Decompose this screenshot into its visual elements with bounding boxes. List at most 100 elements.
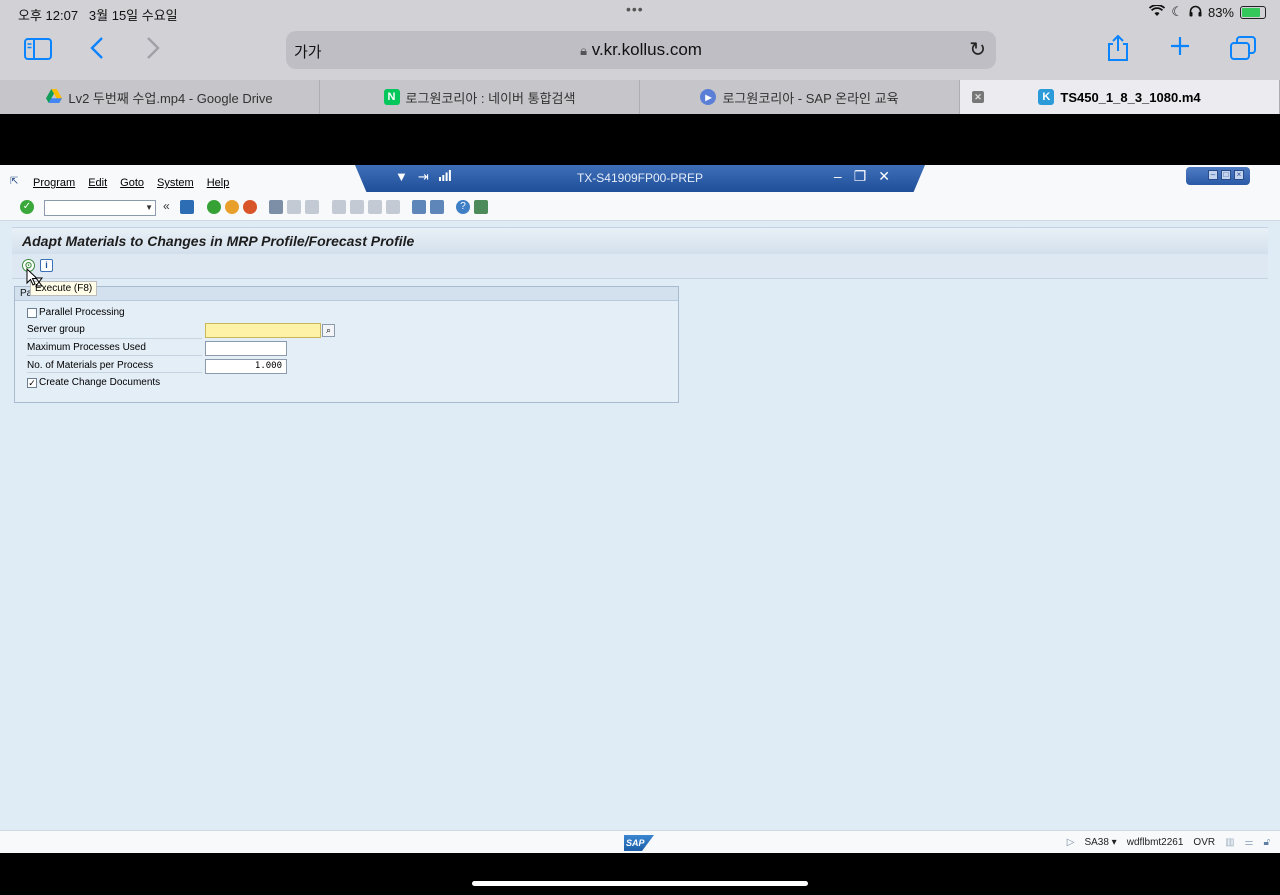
naver-icon: N — [383, 89, 400, 105]
create-change-docs-row: ✓ Create Change Documents — [27, 376, 677, 393]
battery-icon — [1240, 5, 1266, 19]
shortcut-icon[interactable] — [430, 200, 444, 214]
home-indicator[interactable] — [472, 881, 808, 886]
tab-sap-course[interactable]: ▶ 로그원코리아 - SAP 온라인 교육 — [640, 80, 960, 114]
close-window-icon[interactable]: × — [1234, 170, 1244, 180]
transaction-code[interactable]: SA38 ▾ — [1084, 837, 1116, 848]
restore-icon[interactable]: ❐ — [854, 168, 867, 185]
sap-menu-bar: ⇱ Program Edit Goto System Help ▼ ⇥ TX-S… — [0, 165, 1280, 195]
max-processes-input[interactable] — [205, 341, 287, 356]
status-expand-icon[interactable]: ▷ — [1067, 837, 1075, 848]
next-page-icon — [368, 200, 382, 214]
enter-icon[interactable]: ✓ — [20, 200, 34, 214]
create-change-docs-checkbox[interactable]: ✓ — [27, 378, 37, 388]
kollus-icon: K — [1038, 89, 1055, 105]
tab-title: TS450_1_8_3_1080.m4 — [1060, 89, 1201, 105]
cancel-icon[interactable] — [243, 200, 257, 214]
new-tab-icon[interactable] — [1168, 34, 1192, 65]
find-next-icon — [305, 200, 319, 214]
search-help-icon[interactable]: ⌕ — [322, 324, 335, 337]
forward-icon[interactable] — [146, 36, 160, 67]
materials-per-process-input[interactable]: 1.000 — [205, 359, 287, 374]
new-session-icon[interactable] — [412, 200, 426, 214]
application-toolbar: ⊙ i — [12, 254, 1268, 279]
sidebar-toggle-icon[interactable] — [24, 38, 52, 67]
command-field[interactable]: ▼ — [44, 200, 156, 216]
share-icon[interactable] — [1106, 34, 1130, 69]
window-controls: – □ × — [1186, 167, 1250, 185]
status-settings-icon[interactable]: ⚌ — [1245, 837, 1254, 848]
max-processes-row: Maximum Processes Used — [27, 340, 677, 357]
screen-title-bar: Adapt Materials to Changes in MRP Profil… — [12, 227, 1268, 254]
hourglass-cursor-icon — [26, 267, 44, 290]
url-text: v.kr.kollus.com — [591, 40, 702, 59]
page-title: Adapt Materials to Changes in MRP Profil… — [22, 233, 415, 249]
moon-icon: ☾ — [1171, 4, 1183, 19]
standard-toolbar: ✓ ▼ « ? — [0, 195, 1280, 221]
wifi-icon — [1149, 3, 1166, 20]
server-group-input[interactable] — [205, 323, 321, 338]
lock-icon: 🔒︎ — [580, 43, 587, 58]
first-page-icon — [332, 200, 346, 214]
address-bar[interactable]: 가가 🔒︎ v.kr.kollus.com ↻ — [286, 31, 996, 69]
tab-title: 로그원코리아 - SAP 온라인 교육 — [722, 90, 899, 106]
headphones-icon — [1189, 5, 1202, 20]
menu-help[interactable]: Help — [207, 177, 230, 189]
server-group-label: Server group — [27, 324, 85, 335]
menu-exit-icon[interactable]: ⇱ — [10, 176, 18, 187]
save-icon[interactable] — [180, 200, 194, 214]
previous-page-icon — [350, 200, 364, 214]
maximize-window-icon[interactable]: □ — [1221, 170, 1231, 180]
menu-program[interactable]: Program — [33, 177, 75, 189]
close-tab-icon[interactable]: ✕ — [972, 91, 984, 103]
tab-title: Lv2 두번째 수업.mp4 - Google Drive — [68, 90, 273, 106]
help-icon[interactable]: ? — [456, 200, 470, 214]
tab-title: 로그원코리아 : 네이버 통합검색 — [405, 90, 576, 106]
reload-icon[interactable]: ↻ — [969, 37, 986, 62]
minimize-icon[interactable]: – — [834, 168, 842, 185]
materials-per-process-row: No. of Materials per Process 1.000 — [27, 357, 677, 374]
tab-overview-icon[interactable] — [1230, 36, 1256, 67]
command-dropdown-icon[interactable]: ▼ — [145, 203, 153, 212]
sap-logo: SAP — [624, 835, 654, 851]
input-mode[interactable]: OVR — [1193, 837, 1215, 848]
exit-icon[interactable] — [225, 200, 239, 214]
tab-strip: Lv2 두번째 수업.mp4 - Google Drive N 로그원코리아 :… — [0, 80, 1280, 114]
create-change-docs-label: Create Change Documents — [39, 377, 161, 388]
tab-kollus-video[interactable]: ✕ K TS450_1_8_3_1080.m4 — [960, 80, 1280, 114]
browser-toolbar: 가가 🔒︎ v.kr.kollus.com ↻ — [0, 26, 1280, 80]
last-page-icon — [386, 200, 400, 214]
customize-layout-icon[interactable] — [474, 200, 488, 214]
unlock-icon: 🔓︎ — [1263, 837, 1270, 848]
group-title: Pa — [15, 287, 678, 301]
close-icon[interactable]: ✕ — [878, 168, 890, 185]
menu-edit[interactable]: Edit — [88, 177, 107, 189]
server-group-row: Server group ⌕ — [27, 323, 677, 340]
battery-percent: 83% — [1207, 4, 1234, 20]
parallel-processing-checkbox[interactable] — [27, 308, 37, 318]
back-green-icon[interactable] — [207, 200, 221, 214]
multitask-dots[interactable]: ••• — [626, 1, 644, 17]
parameters-group: Pa Parallel Processing Server group ⌕ Ma… — [14, 286, 679, 403]
status-time: 오후 12:07 3월 15일 수요일 — [18, 8, 178, 23]
menu-system[interactable]: System — [157, 177, 194, 189]
parallel-processing-row: Parallel Processing — [27, 306, 677, 323]
play-icon: ▶ — [700, 89, 717, 105]
ios-status-bar: 오후 12:07 3월 15일 수요일 ••• ☾ 83% — [0, 0, 1280, 26]
sap-window: ⇱ Program Edit Goto System Help ▼ ⇥ TX-S… — [0, 165, 1280, 853]
materials-per-process-label: No. of Materials per Process — [27, 360, 154, 371]
back-icon[interactable] — [90, 36, 104, 67]
minimize-window-icon[interactable]: – — [1208, 170, 1218, 180]
google-drive-icon — [46, 88, 63, 106]
status-date: 3월 15일 수요일 — [88, 8, 178, 23]
parallel-processing-label: Parallel Processing — [39, 307, 125, 318]
tab-naver[interactable]: N 로그원코리아 : 네이버 통합검색 — [320, 80, 640, 114]
max-processes-label: Maximum Processes Used — [27, 342, 146, 353]
status-chart-icon: ▥ — [1225, 837, 1235, 848]
print-icon[interactable] — [269, 200, 283, 214]
menu-goto[interactable]: Goto — [120, 177, 144, 189]
collapse-icon[interactable]: « — [163, 200, 177, 214]
sap-status-bar: SAP ▷ SA38 ▾ wdflbmt2261 OVR ▥ ⚌ 🔓︎ — [0, 830, 1280, 853]
tab-google-drive[interactable]: Lv2 두번째 수업.mp4 - Google Drive — [0, 80, 320, 114]
system-title-banner: ▼ ⇥ TX-S41909FP00-PREP – ❐ ✕ — [355, 165, 925, 192]
